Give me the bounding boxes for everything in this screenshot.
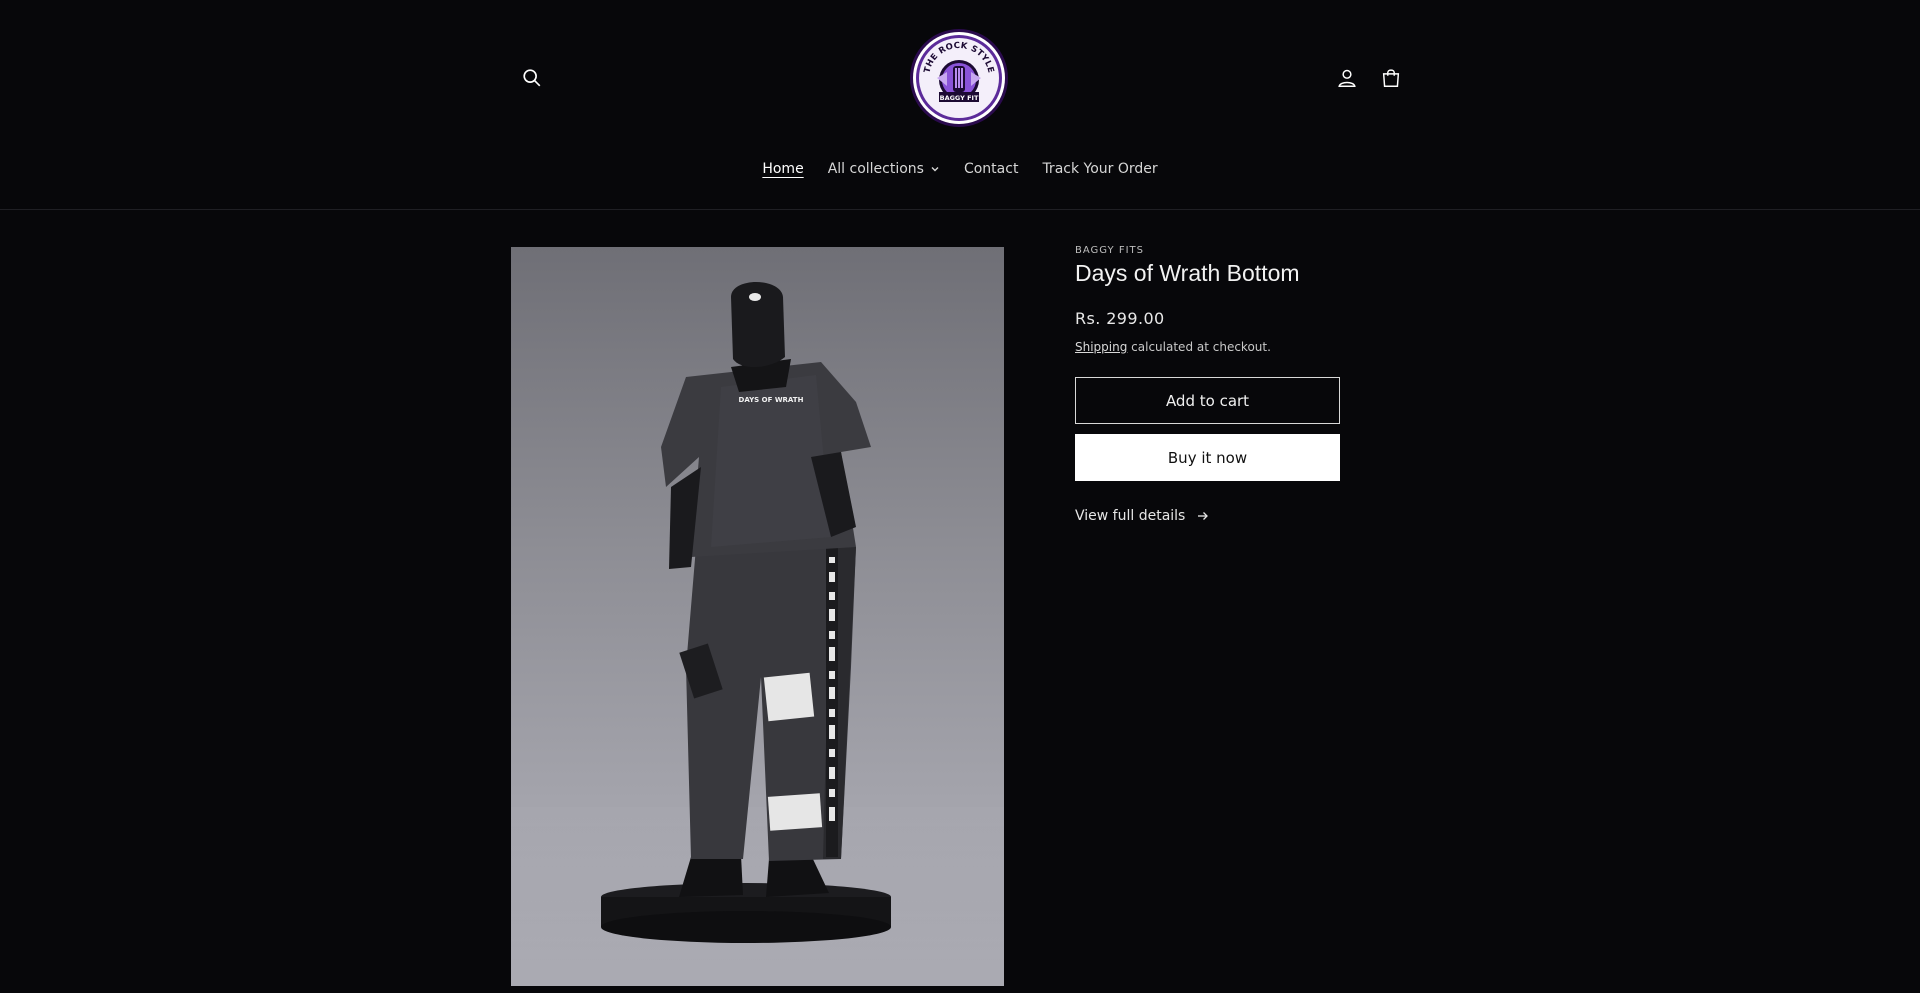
add-to-cart-button[interactable]: Add to cart bbox=[1075, 377, 1340, 424]
shipping-link[interactable]: Shipping bbox=[1075, 340, 1127, 354]
product-title: Days of Wrath Bottom bbox=[1075, 260, 1300, 286]
nav-item-label: All collections bbox=[827, 161, 924, 177]
shipping-note: Shipping calculated at checkout. bbox=[1075, 340, 1375, 354]
nav-item-label: Track Your Order bbox=[1042, 161, 1158, 177]
svg-text:BAGGY FIT: BAGGY FIT bbox=[940, 94, 979, 102]
product-photo-model: DAYS OF WRATH bbox=[511, 282, 1004, 986]
guitar-logo-icon: THE ROCK STYLE BAGGY FIT bbox=[910, 29, 1008, 127]
product-image[interactable]: DAYS OF WRATH bbox=[511, 247, 1004, 986]
product-vendor: BAGGY FITS bbox=[1075, 245, 1144, 256]
svg-text:DAYS OF WRATH: DAYS OF WRATH bbox=[739, 396, 804, 404]
store-logo[interactable]: THE ROCK STYLE BAGGY FIT bbox=[909, 28, 1009, 128]
product-info: BAGGY FITS Days of Wrath Bottom Rs. 299.… bbox=[1075, 245, 1375, 524]
account-button[interactable] bbox=[1329, 60, 1365, 96]
nav-item-all-collections[interactable]: All collections bbox=[816, 154, 952, 184]
view-full-details-label: View full details bbox=[1075, 508, 1186, 524]
account-icon bbox=[1338, 69, 1356, 87]
site-header: THE ROCK STYLE BAGGY FIT Home All collec… bbox=[0, 0, 1920, 210]
search-icon bbox=[523, 69, 541, 87]
nav-item-label: Contact bbox=[963, 161, 1019, 177]
search-button[interactable] bbox=[514, 60, 550, 96]
nav-item-label: Home bbox=[762, 161, 804, 177]
cart-button[interactable] bbox=[1373, 60, 1409, 96]
main-navigation: Home All collections Contact Track Your … bbox=[0, 154, 1920, 184]
chevron-down-icon bbox=[931, 167, 939, 172]
product-price: Rs. 299.00 bbox=[1075, 309, 1165, 328]
nav-item-home[interactable]: Home bbox=[750, 154, 815, 184]
view-full-details-link[interactable]: View full details bbox=[1075, 508, 1375, 524]
arrow-right-icon bbox=[1198, 512, 1209, 520]
cart-icon bbox=[1382, 69, 1400, 87]
shipping-note-text: calculated at checkout. bbox=[1127, 340, 1271, 354]
nav-item-track-order[interactable]: Track Your Order bbox=[1030, 154, 1169, 184]
nav-item-contact[interactable]: Contact bbox=[952, 154, 1030, 184]
buy-now-button[interactable]: Buy it now bbox=[1075, 434, 1340, 481]
